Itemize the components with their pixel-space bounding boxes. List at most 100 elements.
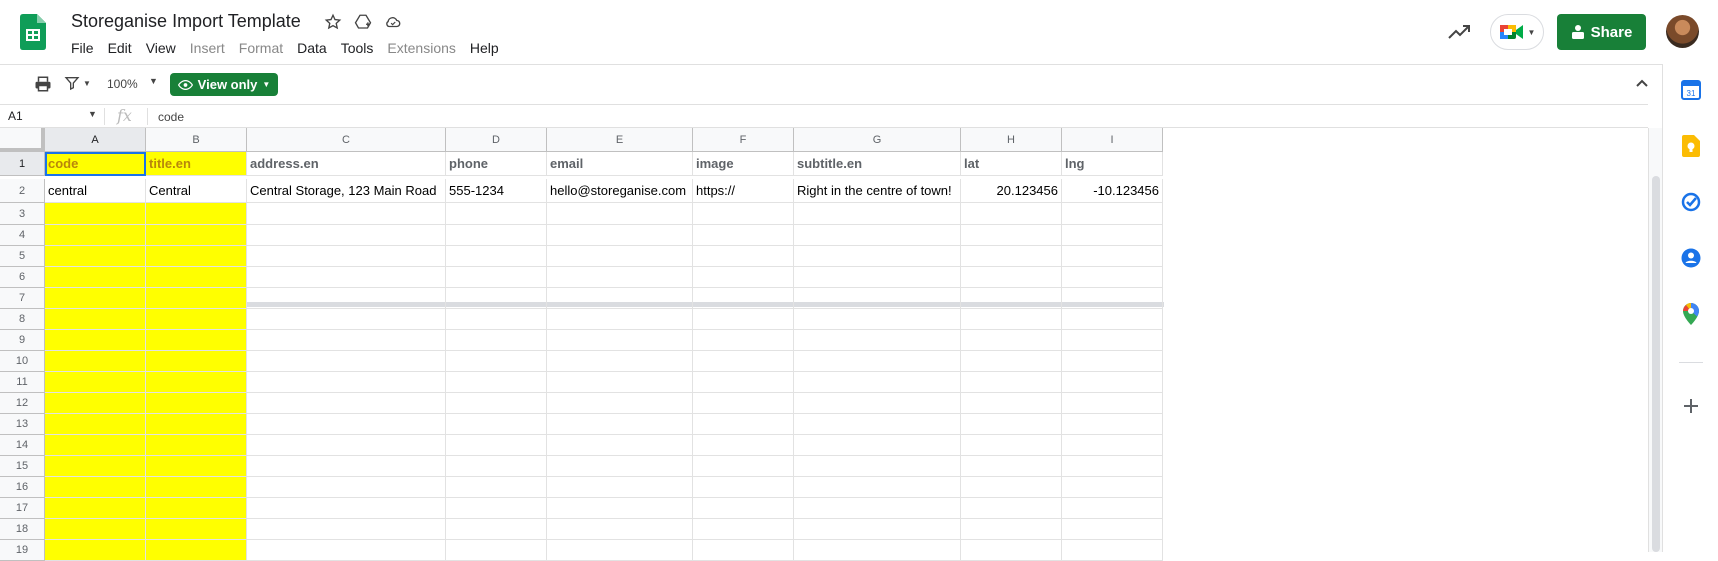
cell-a13[interactable] <box>45 414 146 435</box>
cell-h19[interactable] <box>961 540 1062 561</box>
name-box[interactable]: A1 <box>8 109 23 123</box>
cell-d19[interactable] <box>446 540 547 561</box>
row-header-9[interactable]: 9 <box>0 330 45 351</box>
cell-h12[interactable] <box>961 393 1062 414</box>
column-header-i[interactable]: I <box>1062 128 1163 152</box>
row-header-19[interactable]: 19 <box>0 540 45 561</box>
cell-a8[interactable] <box>45 309 146 330</box>
cell-e12[interactable] <box>547 393 693 414</box>
cell-c11[interactable] <box>247 372 446 393</box>
cell-g2[interactable]: Right in the centre of town! <box>794 179 961 203</box>
cell-a4[interactable] <box>45 225 146 246</box>
cell-d5[interactable] <box>446 246 547 267</box>
move-to-drive-icon[interactable] <box>353 12 373 32</box>
maps-icon[interactable] <box>1679 302 1703 326</box>
cell-f14[interactable] <box>693 435 794 456</box>
row-header-10[interactable]: 10 <box>0 351 45 372</box>
cell-i4[interactable] <box>1062 225 1163 246</box>
cell-i5[interactable] <box>1062 246 1163 267</box>
cell-b14[interactable] <box>146 435 247 456</box>
cell-b8[interactable] <box>146 309 247 330</box>
cell-i12[interactable] <box>1062 393 1163 414</box>
cell-e19[interactable] <box>547 540 693 561</box>
cell-a3[interactable] <box>45 203 146 225</box>
menu-format[interactable]: Format <box>232 39 290 57</box>
print-icon[interactable] <box>34 75 52 98</box>
star-icon[interactable] <box>323 12 343 32</box>
cell-e18[interactable] <box>547 519 693 540</box>
cell-f4[interactable] <box>693 225 794 246</box>
cell-e7[interactable] <box>547 288 693 309</box>
cell-h13[interactable] <box>961 414 1062 435</box>
cell-g1[interactable]: subtitle.en <box>794 152 961 176</box>
cell-a16[interactable] <box>45 477 146 498</box>
cell-e4[interactable] <box>547 225 693 246</box>
row-header-14[interactable]: 14 <box>0 435 45 456</box>
cell-g9[interactable] <box>794 330 961 351</box>
cell-c19[interactable] <box>247 540 446 561</box>
cell-h1[interactable]: lat <box>961 152 1062 176</box>
cell-i2[interactable]: -10.123456 <box>1062 179 1163 203</box>
cell-f18[interactable] <box>693 519 794 540</box>
cell-d15[interactable] <box>446 456 547 477</box>
cell-f12[interactable] <box>693 393 794 414</box>
cell-f11[interactable] <box>693 372 794 393</box>
cell-e9[interactable] <box>547 330 693 351</box>
column-header-b[interactable]: B <box>146 128 247 152</box>
cell-b16[interactable] <box>146 477 247 498</box>
cell-g19[interactable] <box>794 540 961 561</box>
cell-a5[interactable] <box>45 246 146 267</box>
spreadsheet-grid[interactable]: A B C D E F G H I 1 code title.en address.en phone ema… <box>0 128 1164 561</box>
cell-a12[interactable] <box>45 393 146 414</box>
row-header-4[interactable]: 4 <box>0 225 45 246</box>
cell-e2[interactable]: hello@storeganise.com <box>547 179 693 203</box>
cell-f7[interactable] <box>693 288 794 309</box>
cell-d6[interactable] <box>446 267 547 288</box>
share-button[interactable]: Share <box>1557 14 1646 50</box>
cell-i15[interactable] <box>1062 456 1163 477</box>
cell-f16[interactable] <box>693 477 794 498</box>
cell-h15[interactable] <box>961 456 1062 477</box>
row-header-12[interactable]: 12 <box>0 393 45 414</box>
cell-f2[interactable]: https:// <box>693 179 794 203</box>
cell-g15[interactable] <box>794 456 961 477</box>
cell-d7[interactable] <box>446 288 547 309</box>
cell-c10[interactable] <box>247 351 446 372</box>
cell-g8[interactable] <box>794 309 961 330</box>
cell-g17[interactable] <box>794 498 961 519</box>
cell-g13[interactable] <box>794 414 961 435</box>
cell-f15[interactable] <box>693 456 794 477</box>
cell-i17[interactable] <box>1062 498 1163 519</box>
cell-a11[interactable] <box>45 372 146 393</box>
cell-f9[interactable] <box>693 330 794 351</box>
column-header-a[interactable]: A <box>45 128 146 152</box>
cell-b10[interactable] <box>146 351 247 372</box>
cell-b13[interactable] <box>146 414 247 435</box>
scrollbar-thumb[interactable] <box>1652 176 1660 552</box>
cell-a19[interactable] <box>45 540 146 561</box>
cell-i3[interactable] <box>1062 203 1163 225</box>
row-header-2[interactable]: 2 <box>0 179 45 203</box>
cell-b18[interactable] <box>146 519 247 540</box>
cell-i16[interactable] <box>1062 477 1163 498</box>
column-header-h[interactable]: H <box>961 128 1062 152</box>
cell-c17[interactable] <box>247 498 446 519</box>
cell-e10[interactable] <box>547 351 693 372</box>
contacts-icon[interactable] <box>1679 246 1703 270</box>
cell-a15[interactable] <box>45 456 146 477</box>
cell-e3[interactable] <box>547 203 693 225</box>
cell-g7[interactable] <box>794 288 961 309</box>
activity-trend-icon[interactable] <box>1446 20 1472 44</box>
cell-f3[interactable] <box>693 203 794 225</box>
menu-view[interactable]: View <box>139 39 183 57</box>
cell-f10[interactable] <box>693 351 794 372</box>
menu-insert[interactable]: Insert <box>183 39 232 57</box>
menu-file[interactable]: File <box>64 39 101 57</box>
cell-b11[interactable] <box>146 372 247 393</box>
cell-c14[interactable] <box>247 435 446 456</box>
cell-g10[interactable] <box>794 351 961 372</box>
cell-e5[interactable] <box>547 246 693 267</box>
cell-f5[interactable] <box>693 246 794 267</box>
keep-icon[interactable] <box>1679 134 1703 158</box>
cell-i19[interactable] <box>1062 540 1163 561</box>
